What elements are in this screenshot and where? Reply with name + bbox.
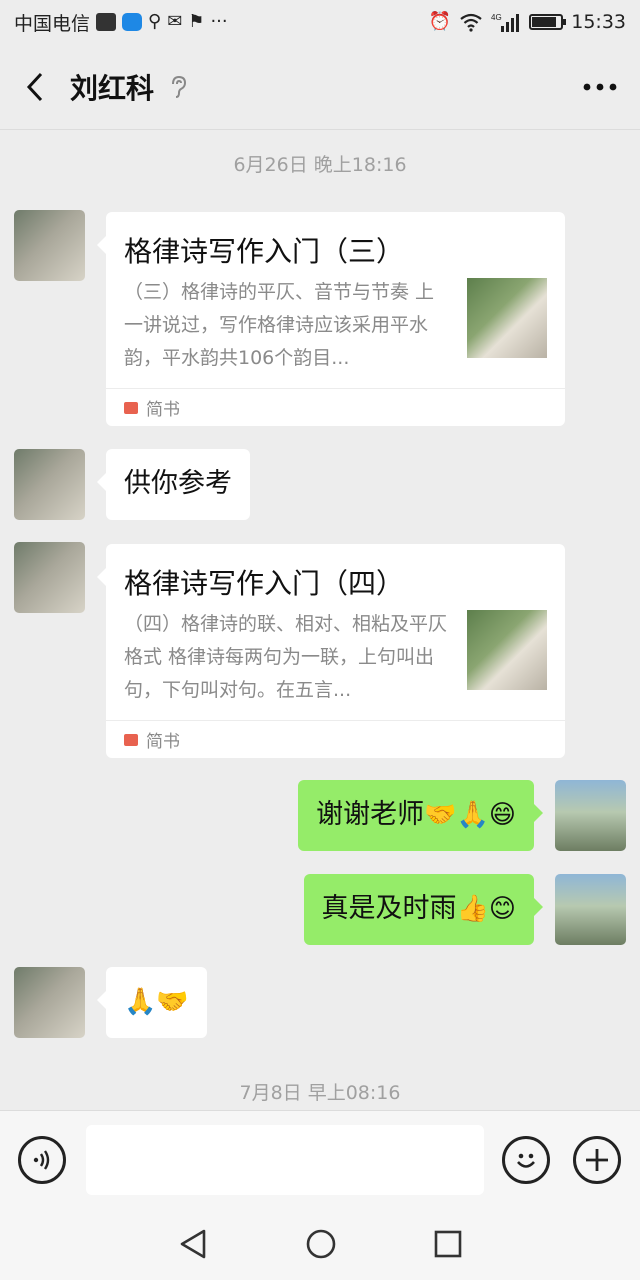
signal-icon: 4G — [491, 13, 520, 32]
article-title: 格律诗写作入门（三） — [124, 235, 405, 268]
voice-input-button[interactable] — [18, 1136, 66, 1184]
message-emoji: 🙏🤝 — [124, 987, 189, 1017]
smiley-icon — [517, 1153, 535, 1168]
message-bubble[interactable]: 🙏🤝 — [97, 967, 207, 1038]
message-bubble[interactable]: 供你参考 — [97, 449, 250, 520]
article-summary: （四）格律诗的联、相对、相粘及平仄格式 格律诗每两句为一联，上句叫出句，下句叫对… — [124, 613, 448, 701]
voice-icon — [33, 1150, 50, 1170]
jianshu-icon — [124, 733, 138, 746]
alarm-icon: ⏰ — [428, 11, 452, 32]
system-nav-bar — [0, 1208, 640, 1280]
battery-icon — [529, 14, 567, 30]
clock: 15:33 — [571, 11, 626, 33]
pulse-app-icon — [96, 13, 117, 31]
chat-title: 刘红科 — [70, 71, 155, 105]
avatar[interactable] — [14, 542, 85, 613]
chat-header: 刘红科 — [0, 44, 640, 130]
back-button[interactable] — [0, 44, 70, 130]
message-list[interactable]: 6月26日 晚上18:16 格律诗写作入门（三） （三）格律诗的平仄、音节与节奏… — [0, 131, 640, 1109]
avatar[interactable] — [14, 449, 85, 520]
more-functions-button[interactable] — [573, 1136, 621, 1184]
nav-recents-icon[interactable] — [434, 1230, 462, 1258]
message-emoji: 👍😊 — [456, 894, 516, 924]
timestamp: 7月8日 早上08:16 — [239, 1082, 401, 1104]
article-card[interactable]: 格律诗写作入门（四） （四）格律诗的联、相对、相粘及平仄格式 格律诗每两句为一联… — [97, 544, 565, 758]
message-text: 真是及时雨 — [321, 893, 457, 924]
avatar[interactable] — [14, 967, 85, 1038]
jianshu-icon — [124, 401, 138, 414]
wifi-icon — [460, 13, 482, 32]
article-title: 格律诗写作入门（四） — [124, 567, 405, 600]
my-avatar[interactable] — [555, 780, 626, 851]
article-source: 简书 — [106, 720, 565, 758]
timestamp: 6月26日 晚上18:16 — [233, 154, 407, 176]
pin-notification-icon: ⚑ — [188, 11, 205, 32]
input-bar — [0, 1110, 640, 1208]
emoji-button[interactable] — [502, 1136, 550, 1184]
article-source: 简书 — [106, 388, 565, 426]
message-emoji: 🤝🙏😄 — [424, 800, 516, 830]
message-text: 谢谢老师 — [316, 799, 425, 830]
carrier-label: 中国电信 — [14, 12, 91, 35]
article-source-label: 简书 — [146, 400, 180, 420]
message-text: 供你参考 — [124, 468, 232, 499]
sent-message-bubble[interactable]: 谢谢老师🤝🙏😄 — [298, 780, 543, 851]
plus-icon — [586, 1149, 608, 1171]
article-summary: （三）格律诗的平仄、音节与节奏 上一讲说过，写作格律诗应该采用平水韵，平水韵共1… — [124, 281, 435, 369]
article-card[interactable]: 格律诗写作入门（三） （三）格律诗的平仄、音节与节奏 上一讲说过，写作格律诗应该… — [97, 212, 565, 426]
article-thumbnail — [467, 278, 547, 358]
nav-back-icon[interactable] — [178, 1228, 208, 1260]
more-options-button[interactable] — [560, 44, 640, 130]
more-notifications-icon: ··· — [210, 11, 228, 32]
shield-app-icon — [122, 13, 143, 31]
search-notification-icon: ⚲ — [148, 11, 162, 32]
chevron-left-icon — [26, 72, 43, 101]
article-source-label: 简书 — [146, 732, 180, 752]
wechat-notification-icon: ✉ — [167, 11, 183, 32]
nav-home-icon[interactable] — [305, 1228, 337, 1260]
svg-text:4G: 4G — [491, 13, 502, 22]
sent-message-bubble[interactable]: 真是及时雨👍😊 — [303, 874, 544, 945]
avatar[interactable] — [14, 210, 85, 281]
status-bar: 中国电信 ⚲ ✉ ⚑ ··· ⏰ 4G 15:33 — [0, 0, 640, 44]
my-avatar[interactable] — [555, 874, 626, 945]
earpiece-mode-icon — [172, 75, 187, 98]
article-thumbnail — [467, 610, 547, 690]
message-input[interactable] — [86, 1125, 484, 1195]
more-dots-icon — [583, 83, 617, 90]
